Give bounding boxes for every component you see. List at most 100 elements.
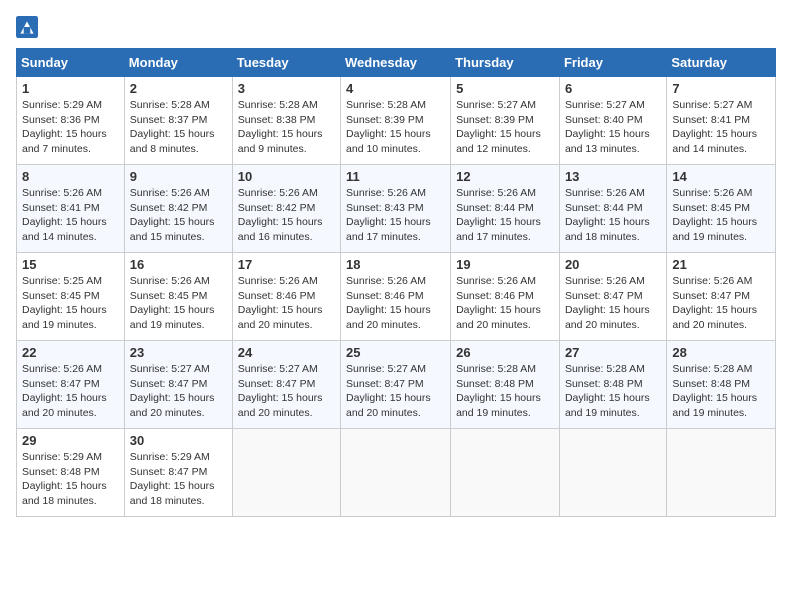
calendar-cell: 28 Sunrise: 5:28 AM Sunset: 8:48 PM Dayli…: [667, 341, 776, 429]
day-info: Sunrise: 5:26 AM Sunset: 8:44 PM Dayligh…: [456, 186, 554, 245]
calendar-cell: 24 Sunrise: 5:27 AM Sunset: 8:47 PM Dayli…: [232, 341, 340, 429]
day-info: Sunrise: 5:26 AM Sunset: 8:45 PM Dayligh…: [130, 274, 227, 333]
day-info: Sunrise: 5:26 AM Sunset: 8:47 PM Dayligh…: [672, 274, 770, 333]
calendar-cell: 25 Sunrise: 5:27 AM Sunset: 8:47 PM Dayli…: [341, 341, 451, 429]
calendar-body: 1 Sunrise: 5:29 AM Sunset: 8:36 PM Daylig…: [17, 77, 776, 517]
calendar-cell: 12Sunrise: 5:26 AM Sunset: 8:44 PM Dayli…: [451, 165, 560, 253]
day-number: 10: [238, 169, 335, 184]
day-header-sunday: Sunday: [17, 49, 125, 77]
day-header-thursday: Thursday: [451, 49, 560, 77]
day-info: Sunrise: 5:29 AM Sunset: 8:36 PM Dayligh…: [22, 98, 119, 157]
day-info: Sunrise: 5:26 AM Sunset: 8:46 PM Dayligh…: [456, 274, 554, 333]
day-number: 21: [672, 257, 770, 272]
calendar-cell: 5 Sunrise: 5:27 AM Sunset: 8:39 PM Daylig…: [451, 77, 560, 165]
day-number: 17: [238, 257, 335, 272]
day-info: Sunrise: 5:26 AM Sunset: 8:47 PM Dayligh…: [22, 362, 119, 421]
calendar-cell: 7Sunrise: 5:27 AM Sunset: 8:41 PM Daylig…: [667, 77, 776, 165]
calendar-cell: 23 Sunrise: 5:27 AM Sunset: 8:47 PM Dayli…: [124, 341, 232, 429]
day-info: Sunrise: 5:26 AM Sunset: 8:46 PM Dayligh…: [346, 274, 445, 333]
day-info: Sunrise: 5:28 AM Sunset: 8:38 PM Dayligh…: [238, 98, 335, 157]
day-info: Sunrise: 5:29 AM Sunset: 8:48 PM Dayligh…: [22, 450, 119, 509]
calendar-cell: [232, 429, 340, 517]
day-info: Sunrise: 5:27 AM Sunset: 8:41 PM Dayligh…: [672, 98, 770, 157]
day-info: Sunrise: 5:27 AM Sunset: 8:39 PM Dayligh…: [456, 98, 554, 157]
day-info: Sunrise: 5:27 AM Sunset: 8:47 PM Dayligh…: [238, 362, 335, 421]
calendar-header-row: SundayMondayTuesdayWednesdayThursdayFrid…: [17, 49, 776, 77]
calendar-cell: 13 Sunrise: 5:26 AM Sunset: 8:44 PM Dayli…: [559, 165, 666, 253]
calendar-cell: 6 Sunrise: 5:27 AM Sunset: 8:40 PM Daylig…: [559, 77, 666, 165]
day-info: Sunrise: 5:26 AM Sunset: 8:45 PM Dayligh…: [672, 186, 770, 245]
calendar-week-3: 15 Sunrise: 5:25 AM Sunset: 8:45 PM Dayli…: [17, 253, 776, 341]
calendar-week-5: 29Sunrise: 5:29 AM Sunset: 8:48 PM Dayli…: [17, 429, 776, 517]
page-header: [16, 16, 776, 38]
calendar-cell: 20 Sunrise: 5:26 AM Sunset: 8:47 PM Dayli…: [559, 253, 666, 341]
day-header-wednesday: Wednesday: [341, 49, 451, 77]
day-info: Sunrise: 5:28 AM Sunset: 8:37 PM Dayligh…: [130, 98, 227, 157]
day-info: Sunrise: 5:26 AM Sunset: 8:43 PM Dayligh…: [346, 186, 445, 245]
calendar-cell: 29Sunrise: 5:29 AM Sunset: 8:48 PM Dayli…: [17, 429, 125, 517]
day-number: 18: [346, 257, 445, 272]
day-number: 19: [456, 257, 554, 272]
day-number: 2: [130, 81, 227, 96]
day-number: 6: [565, 81, 661, 96]
day-number: 4: [346, 81, 445, 96]
day-header-saturday: Saturday: [667, 49, 776, 77]
calendar-cell: 30 Sunrise: 5:29 AM Sunset: 8:47 PM Dayli…: [124, 429, 232, 517]
day-number: 1: [22, 81, 119, 96]
day-info: Sunrise: 5:26 AM Sunset: 8:44 PM Dayligh…: [565, 186, 661, 245]
day-header-monday: Monday: [124, 49, 232, 77]
day-number: 9: [130, 169, 227, 184]
day-header-tuesday: Tuesday: [232, 49, 340, 77]
logo: [16, 16, 42, 38]
day-number: 15: [22, 257, 119, 272]
day-number: 24: [238, 345, 335, 360]
calendar-cell: 1 Sunrise: 5:29 AM Sunset: 8:36 PM Daylig…: [17, 77, 125, 165]
calendar-table: SundayMondayTuesdayWednesdayThursdayFrid…: [16, 48, 776, 517]
day-info: Sunrise: 5:28 AM Sunset: 8:48 PM Dayligh…: [565, 362, 661, 421]
day-info: Sunrise: 5:29 AM Sunset: 8:47 PM Dayligh…: [130, 450, 227, 509]
day-info: Sunrise: 5:27 AM Sunset: 8:47 PM Dayligh…: [346, 362, 445, 421]
day-info: Sunrise: 5:27 AM Sunset: 8:47 PM Dayligh…: [130, 362, 227, 421]
calendar-cell: 27 Sunrise: 5:28 AM Sunset: 8:48 PM Dayli…: [559, 341, 666, 429]
day-number: 11: [346, 169, 445, 184]
day-number: 23: [130, 345, 227, 360]
day-info: Sunrise: 5:26 AM Sunset: 8:41 PM Dayligh…: [22, 186, 119, 245]
calendar-cell: 17 Sunrise: 5:26 AM Sunset: 8:46 PM Dayli…: [232, 253, 340, 341]
calendar-cell: 16 Sunrise: 5:26 AM Sunset: 8:45 PM Dayli…: [124, 253, 232, 341]
calendar-cell: 4Sunrise: 5:28 AM Sunset: 8:39 PM Daylig…: [341, 77, 451, 165]
calendar-cell: 11 Sunrise: 5:26 AM Sunset: 8:43 PM Dayli…: [341, 165, 451, 253]
calendar-cell: 9 Sunrise: 5:26 AM Sunset: 8:42 PM Daylig…: [124, 165, 232, 253]
day-info: Sunrise: 5:26 AM Sunset: 8:46 PM Dayligh…: [238, 274, 335, 333]
calendar-cell: [667, 429, 776, 517]
day-info: Sunrise: 5:26 AM Sunset: 8:42 PM Dayligh…: [130, 186, 227, 245]
day-info: Sunrise: 5:28 AM Sunset: 8:48 PM Dayligh…: [672, 362, 770, 421]
day-number: 8: [22, 169, 119, 184]
calendar-week-4: 22 Sunrise: 5:26 AM Sunset: 8:47 PM Dayli…: [17, 341, 776, 429]
calendar-cell: [559, 429, 666, 517]
calendar-cell: 26Sunrise: 5:28 AM Sunset: 8:48 PM Dayli…: [451, 341, 560, 429]
calendar-cell: 21 Sunrise: 5:26 AM Sunset: 8:47 PM Dayli…: [667, 253, 776, 341]
day-info: Sunrise: 5:26 AM Sunset: 8:42 PM Dayligh…: [238, 186, 335, 245]
day-info: Sunrise: 5:25 AM Sunset: 8:45 PM Dayligh…: [22, 274, 119, 333]
day-info: Sunrise: 5:28 AM Sunset: 8:48 PM Dayligh…: [456, 362, 554, 421]
day-number: 28: [672, 345, 770, 360]
day-info: Sunrise: 5:27 AM Sunset: 8:40 PM Dayligh…: [565, 98, 661, 157]
day-info: Sunrise: 5:26 AM Sunset: 8:47 PM Dayligh…: [565, 274, 661, 333]
day-number: 30: [130, 433, 227, 448]
logo-icon: [16, 16, 38, 38]
day-number: 20: [565, 257, 661, 272]
day-number: 14: [672, 169, 770, 184]
day-number: 27: [565, 345, 661, 360]
day-number: 3: [238, 81, 335, 96]
day-number: 5: [456, 81, 554, 96]
calendar-cell: 22 Sunrise: 5:26 AM Sunset: 8:47 PM Dayli…: [17, 341, 125, 429]
day-number: 13: [565, 169, 661, 184]
calendar-cell: [451, 429, 560, 517]
day-number: 22: [22, 345, 119, 360]
calendar-cell: 3 Sunrise: 5:28 AM Sunset: 8:38 PM Daylig…: [232, 77, 340, 165]
day-number: 25: [346, 345, 445, 360]
calendar-cell: 18 Sunrise: 5:26 AM Sunset: 8:46 PM Dayli…: [341, 253, 451, 341]
calendar-cell: 10 Sunrise: 5:26 AM Sunset: 8:42 PM Dayli…: [232, 165, 340, 253]
calendar-cell: 15 Sunrise: 5:25 AM Sunset: 8:45 PM Dayli…: [17, 253, 125, 341]
day-number: 16: [130, 257, 227, 272]
